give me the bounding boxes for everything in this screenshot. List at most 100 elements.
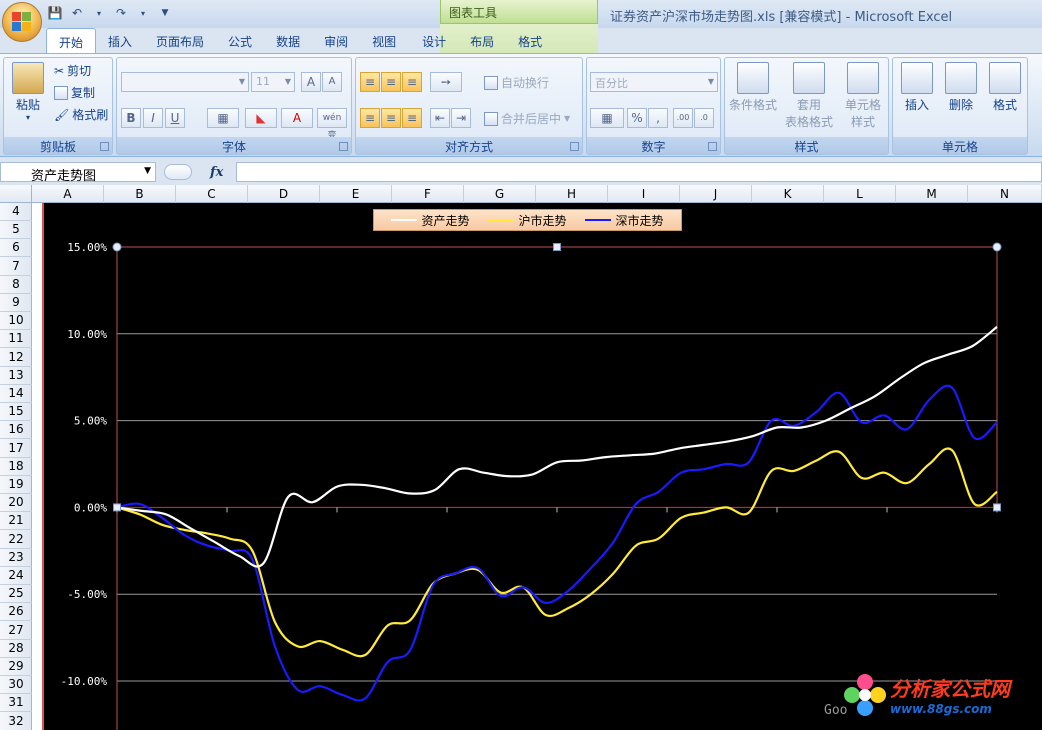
- column-header-d[interactable]: D: [248, 185, 320, 203]
- tab-review[interactable]: 审阅: [312, 28, 360, 54]
- column-header-m[interactable]: M: [896, 185, 968, 203]
- tab-home[interactable]: 开始: [46, 28, 97, 54]
- tab-layout[interactable]: 布局: [458, 28, 506, 54]
- insert-function-button[interactable]: fx: [210, 165, 223, 180]
- font-color-button[interactable]: A: [281, 108, 313, 128]
- tab-insert[interactable]: 插入: [96, 28, 144, 54]
- row-header-29[interactable]: 29: [0, 658, 32, 676]
- comma-button[interactable]: ,: [648, 108, 668, 128]
- column-header-b[interactable]: B: [104, 185, 176, 203]
- row-header-12[interactable]: 12: [0, 349, 32, 367]
- column-header-n[interactable]: N: [968, 185, 1042, 203]
- row-header-24[interactable]: 24: [0, 567, 32, 585]
- row-header-18[interactable]: 18: [0, 458, 32, 476]
- orientation-button[interactable]: ➙: [430, 72, 462, 92]
- column-header-f[interactable]: F: [392, 185, 464, 203]
- align-left-button[interactable]: ≡: [360, 108, 380, 128]
- merge-center-button[interactable]: 合并后居中 ▼: [484, 110, 570, 127]
- cell-styles-button[interactable]: 单元格 样式: [839, 62, 887, 130]
- row-header-16[interactable]: 16: [0, 421, 32, 440]
- column-header-l[interactable]: L: [824, 185, 896, 203]
- decrease-indent-button[interactable]: ⇤: [430, 108, 450, 128]
- italic-button[interactable]: I: [143, 108, 163, 128]
- align-bottom-button[interactable]: ≡: [402, 72, 422, 92]
- percent-button[interactable]: %: [627, 108, 647, 128]
- conditional-format-button[interactable]: 条件格式: [727, 62, 779, 113]
- increase-indent-button[interactable]: ⇥: [451, 108, 471, 128]
- decrease-decimal-button[interactable]: .0: [694, 108, 714, 128]
- row-header-19[interactable]: 19: [0, 476, 32, 494]
- clipboard-launcher-icon[interactable]: [100, 142, 109, 151]
- align-middle-button[interactable]: ≡: [381, 72, 401, 92]
- column-header-k[interactable]: K: [752, 185, 824, 203]
- row-header-15[interactable]: 15: [0, 403, 32, 422]
- cut-button[interactable]: ✂ 剪切: [54, 62, 91, 79]
- column-header-j[interactable]: J: [680, 185, 752, 203]
- column-header-g[interactable]: G: [464, 185, 536, 203]
- row-header-9[interactable]: 9: [0, 294, 32, 312]
- column-header-i[interactable]: I: [608, 185, 680, 203]
- wrap-text-button[interactable]: 自动换行: [484, 74, 549, 91]
- row-header-23[interactable]: 23: [0, 549, 32, 567]
- accounting-button[interactable]: ▦: [590, 108, 624, 128]
- row-header-17[interactable]: 17: [0, 440, 32, 458]
- delete-cells-button[interactable]: 删除: [939, 62, 983, 113]
- column-header-e[interactable]: E: [320, 185, 392, 203]
- column-header-c[interactable]: C: [176, 185, 248, 203]
- tab-format[interactable]: 格式: [506, 28, 554, 54]
- save-icon[interactable]: 💾: [46, 4, 64, 22]
- tab-view[interactable]: 视图: [360, 28, 408, 54]
- chart-legend[interactable]: 资产走势 沪市走势 深市走势: [373, 209, 682, 231]
- row-header-27[interactable]: 27: [0, 622, 32, 640]
- row-header-13[interactable]: 13: [0, 367, 32, 385]
- row-header-26[interactable]: 26: [0, 603, 32, 622]
- tab-design[interactable]: 设计: [410, 28, 458, 54]
- row-header-21[interactable]: 21: [0, 512, 32, 531]
- row-header-11[interactable]: 11: [0, 330, 32, 349]
- office-button[interactable]: [2, 2, 42, 42]
- copy-button[interactable]: 复制: [54, 84, 95, 101]
- format-painter-button[interactable]: 🖌 格式刷: [54, 106, 108, 123]
- format-as-table-button[interactable]: 套用 表格格式: [781, 62, 837, 130]
- tab-page-layout[interactable]: 页面布局: [144, 28, 216, 54]
- row-header-30[interactable]: 30: [0, 676, 32, 695]
- redo-icon[interactable]: ↷: [112, 4, 130, 22]
- borders-button[interactable]: ▦: [207, 108, 239, 128]
- alignment-launcher-icon[interactable]: [570, 142, 579, 151]
- redo-dropdown-icon[interactable]: ▾: [134, 4, 152, 22]
- font-name-combo[interactable]: ▼: [121, 72, 249, 92]
- formula-input[interactable]: [236, 162, 1042, 182]
- number-format-combo[interactable]: 百分比 ▼: [590, 72, 718, 92]
- font-launcher-icon[interactable]: [339, 142, 348, 151]
- customize-qat-icon[interactable]: ▼: [156, 4, 174, 22]
- align-top-button[interactable]: ≡: [360, 72, 380, 92]
- row-header-32[interactable]: 32: [0, 713, 32, 730]
- row-header-5[interactable]: 5: [0, 221, 32, 240]
- row-header-4[interactable]: 4: [0, 203, 32, 221]
- row-header-14[interactable]: 14: [0, 385, 32, 403]
- phonetic-button[interactable]: wén 变: [317, 108, 347, 141]
- align-center-button[interactable]: ≡: [381, 108, 401, 128]
- fill-color-button[interactable]: ◣: [245, 108, 277, 128]
- column-header-h[interactable]: H: [536, 185, 608, 203]
- chart-plot[interactable]: 15.00% 10.00% 5.00% 0.00% -5.00% -10.00%: [44, 203, 1042, 730]
- row-header-7[interactable]: 7: [0, 258, 32, 276]
- expand-formula-icon[interactable]: [164, 164, 192, 180]
- column-header-a[interactable]: A: [32, 185, 104, 203]
- increase-decimal-button[interactable]: .00: [673, 108, 693, 128]
- font-size-combo[interactable]: 11 ▼: [251, 72, 295, 92]
- row-header-22[interactable]: 22: [0, 531, 32, 549]
- format-cells-button[interactable]: 格式: [983, 62, 1027, 113]
- paste-button[interactable]: 粘贴 ▾: [6, 62, 50, 122]
- row-header-6[interactable]: 6: [0, 239, 32, 258]
- column-a-cells[interactable]: [32, 203, 44, 730]
- tab-formulas[interactable]: 公式: [216, 28, 264, 54]
- align-right-button[interactable]: ≡: [402, 108, 422, 128]
- undo-dropdown-icon[interactable]: ▾: [90, 4, 108, 22]
- insert-cells-button[interactable]: 插入: [895, 62, 939, 113]
- undo-icon[interactable]: ↶: [68, 4, 86, 22]
- chart-area[interactable]: 15.00% 10.00% 5.00% 0.00% -5.00% -10.00% 资产走势…: [44, 203, 1042, 730]
- name-box[interactable]: 资产走势图 ▼: [0, 162, 156, 184]
- row-header-31[interactable]: 31: [0, 694, 32, 713]
- select-all-corner[interactable]: [0, 185, 32, 203]
